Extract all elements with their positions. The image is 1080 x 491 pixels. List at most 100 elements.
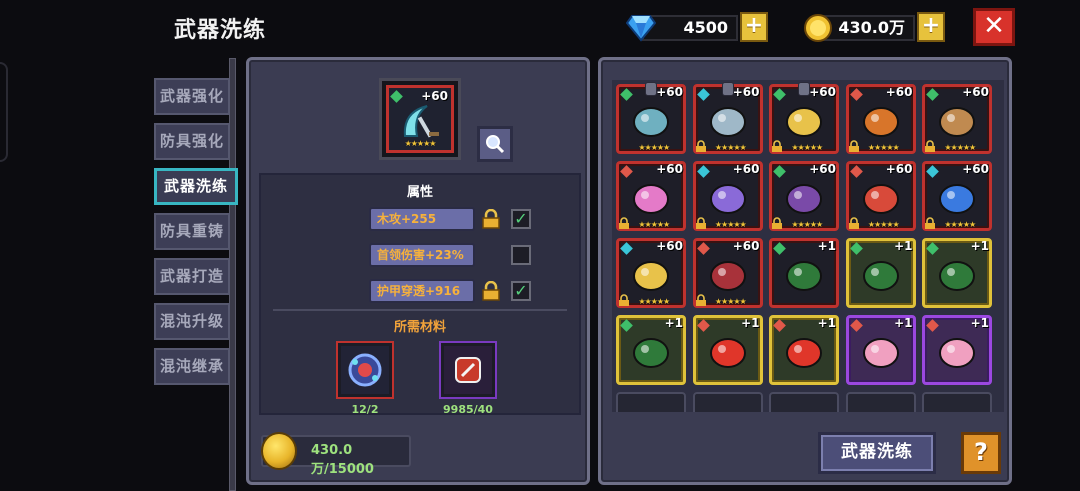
item-level: +60 [732, 239, 760, 253]
inventory-item[interactable]: +60 ★★★★★ [769, 161, 839, 231]
inventory-item[interactable]: +1 [845, 315, 916, 385]
attribute-checkbox[interactable]: ✓ [511, 209, 531, 229]
item-art-icon [939, 107, 975, 137]
item-art-icon [862, 107, 899, 137]
item-stars: ★★★★★ [638, 297, 670, 306]
item-frame [845, 392, 916, 412]
inventory-item[interactable] [922, 392, 992, 412]
lock-icon[interactable] [481, 209, 501, 229]
inventory-item[interactable] [616, 392, 686, 412]
item-level: +60 [885, 85, 913, 99]
page-title: 武器洗练 [174, 18, 267, 43]
item-level: +60 [732, 85, 760, 99]
gold-coin-icon [804, 14, 832, 42]
add-gold-button[interactable]: + [917, 12, 945, 42]
inventory-item[interactable]: +1 [845, 238, 916, 308]
item-art-icon [633, 338, 669, 368]
item-level: +1 [894, 239, 913, 253]
tab-armor-enhance[interactable]: 防具强化 [154, 123, 230, 160]
attribute-row: 护甲穿透+916 ✓ [369, 279, 537, 305]
tab-weapon-forge[interactable]: 武器打造 [154, 258, 230, 295]
add-diamonds-button[interactable]: + [740, 12, 768, 42]
tab-weapon-refine[interactable]: 武器洗练 [154, 168, 238, 205]
item-level: +60 [809, 85, 836, 99]
tab-weapon-enhance[interactable]: 武器强化 [154, 78, 230, 115]
inventory-item[interactable]: +60 ★★★★★ [692, 82, 763, 154]
attributes-title: 属性 [406, 185, 433, 200]
item-level: +1 [970, 239, 989, 253]
selected-weapon-slot[interactable]: +60 ★★★★★ [379, 78, 461, 160]
weapon-stars: ★★★★★ [404, 139, 437, 148]
inventory-item[interactable]: +60 ★★★★★ [692, 161, 763, 231]
inventory-item[interactable]: +1 [922, 315, 992, 385]
inventory-item[interactable]: +1 [692, 315, 763, 385]
weapon-refine-screen: 武器洗练 4500 + 430.0万 + ✕ 武器强化 防具强化 武器洗练 防具… [0, 0, 1080, 491]
inventory-item[interactable] [845, 392, 916, 412]
attribute-box: 属性 木攻+255 ✓ 首领伤害+23% 护甲穿透+916 ✓ 所需材料 12/… [259, 173, 581, 416]
inventory-item[interactable]: +60 ★★★★★ [616, 161, 686, 231]
help-button[interactable]: ? [961, 432, 1001, 474]
inventory-item[interactable]: +60 ★★★★★ [769, 82, 839, 154]
attribute-row: 木攻+255 ✓ [369, 207, 537, 233]
lock-icon [619, 217, 629, 229]
inventory-item[interactable]: +60 ★★★★★ [922, 84, 992, 154]
blue-gem-orb-icon [348, 353, 382, 387]
item-level: +1 [664, 316, 683, 330]
inventory-item[interactable] [769, 392, 839, 412]
close-button[interactable]: ✕ [973, 8, 1015, 46]
item-art-icon [939, 338, 975, 368]
item-stars: ★★★★★ [944, 220, 976, 229]
lock-icon[interactable] [481, 281, 501, 301]
lock-icon [925, 217, 935, 229]
item-stars: ★★★★★ [791, 143, 823, 152]
material-slot[interactable] [336, 341, 394, 399]
tab-chaos-upgrade[interactable]: 混沌升级 [154, 303, 230, 340]
inventory-item[interactable]: +60 ★★★★★ [845, 161, 916, 231]
inventory-item[interactable]: +60 ★★★★★ [692, 238, 763, 308]
item-art-icon [633, 261, 669, 291]
red-rune-stone-icon [455, 357, 481, 383]
item-stars: ★★★★★ [714, 297, 747, 306]
item-stars: ★★★★★ [944, 143, 976, 152]
pin-icon [798, 82, 810, 96]
magnifier-icon [486, 135, 505, 154]
item-level: +60 [656, 239, 683, 253]
inventory-item[interactable]: +60 ★★★★★ [616, 238, 686, 308]
item-art-icon [786, 184, 822, 214]
tab-armor-reforge[interactable]: 防具重铸 [154, 213, 230, 250]
item-frame [922, 392, 992, 412]
attribute-checkbox[interactable] [511, 245, 531, 265]
inventory-item[interactable]: +1 [922, 238, 992, 308]
attribute-checkbox[interactable]: ✓ [511, 281, 531, 301]
inventory-item[interactable]: +60 ★★★★★ [922, 161, 992, 231]
lock-icon [772, 217, 782, 229]
lock-icon [848, 140, 859, 152]
inventory-item[interactable] [692, 392, 763, 412]
item-stars: ★★★★★ [867, 143, 900, 152]
gold-counter: 430.0万 + [803, 12, 945, 42]
attribute-value: 木攻+255 [369, 207, 475, 231]
item-stars: ★★★★★ [714, 143, 747, 152]
refine-panel: +60 ★★★★★ 属性 木攻+255 ✓ 首领伤害+23% 护甲穿透+916 … [246, 57, 590, 485]
inventory-item[interactable]: +60 ★★★★★ [616, 82, 686, 154]
inventory-panel: +60 ★★★★★ +60 ★★★★★ +60 ★★★★★ +60 ★★★★★ +60 ★★★★★… [598, 57, 1012, 485]
inventory-item[interactable]: +1 [616, 315, 686, 385]
item-art-icon [709, 261, 746, 291]
item-stars: ★★★★★ [714, 220, 747, 229]
item-level: +60 [962, 85, 989, 99]
item-stars: ★★★★★ [638, 220, 670, 229]
inventory-item[interactable]: +60 ★★★★★ [845, 84, 916, 154]
item-stars: ★★★★★ [791, 220, 823, 229]
cost-text: 430.0万/15000 [311, 443, 374, 477]
item-level: +1 [817, 239, 836, 253]
material-slot[interactable] [439, 341, 497, 399]
inventory-item[interactable]: +1 [769, 238, 839, 308]
side-handle[interactable] [0, 62, 8, 162]
refine-button[interactable]: 武器洗练 [818, 432, 936, 474]
item-art-icon [939, 261, 975, 291]
inventory-item[interactable]: +1 [769, 315, 839, 385]
inspect-button[interactable] [477, 126, 513, 162]
item-art-icon [633, 184, 669, 214]
tab-chaos-inherit[interactable]: 混沌继承 [154, 348, 230, 385]
weapon-level: +60 [421, 89, 448, 103]
